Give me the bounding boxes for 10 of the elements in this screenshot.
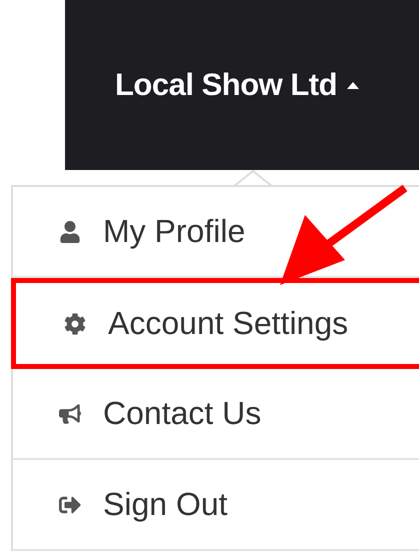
- menu-item[interactable]: Account Settings: [11, 278, 419, 369]
- menu-label: Account Settings: [108, 305, 348, 342]
- menu-label: Contact Us: [103, 395, 262, 432]
- menu-item[interactable]: Sign Out: [13, 460, 419, 551]
- menu-label: Sign Out: [103, 486, 228, 523]
- megaphone-icon: [57, 402, 83, 424]
- settings-icon: [62, 312, 88, 334]
- menu-label: My Profile: [103, 213, 246, 250]
- menu-item[interactable]: Contact Us: [13, 369, 419, 460]
- account-name[interactable]: Local Show Ltd: [115, 67, 338, 103]
